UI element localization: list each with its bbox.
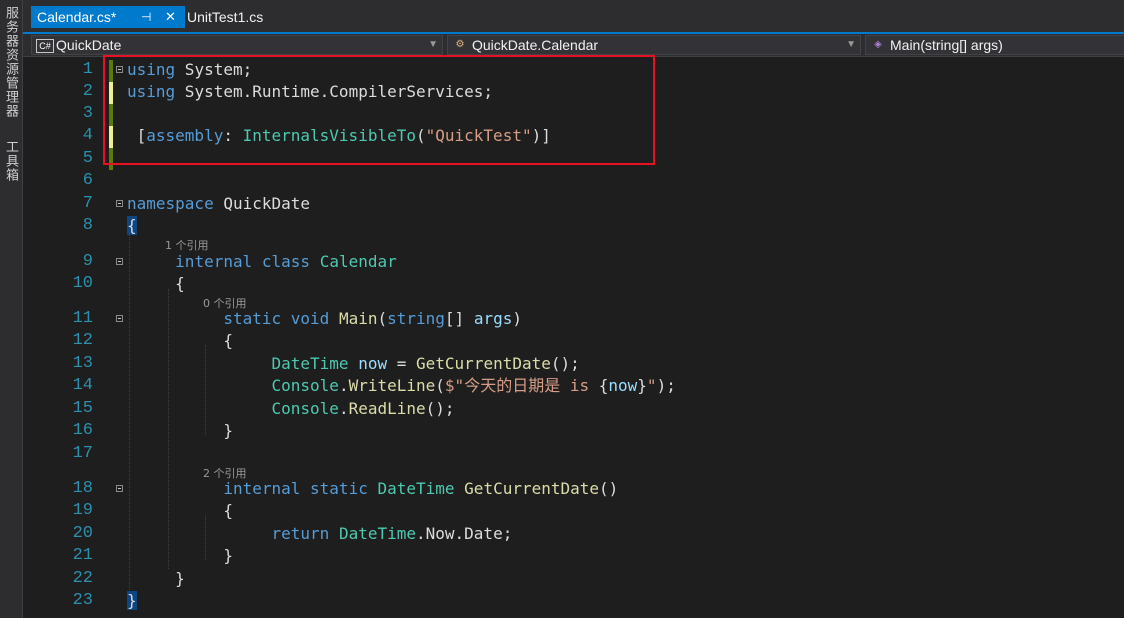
class-icon: ⚙ (455, 39, 465, 50)
code-text: { (127, 331, 233, 350)
annotation-highlight-box (103, 55, 655, 165)
code-line: 13 DateTime now = GetCurrentDate(); (23, 353, 1124, 375)
line-number: 10 (72, 274, 93, 293)
code-line: 21 } (23, 545, 1124, 567)
code-text: internal class Calendar (175, 252, 397, 271)
method-icon: ◈ (874, 39, 882, 50)
line-number: 17 (72, 444, 93, 463)
code-line: 20 return DateTime.Now.Date; (23, 523, 1124, 545)
code-line: 12 { (23, 330, 1124, 352)
project-dropdown[interactable]: C# QuickDate ▼ (31, 35, 443, 55)
code-line: 10 { (23, 273, 1124, 295)
line-number: 21 (72, 546, 93, 565)
line-number: 23 (72, 591, 93, 610)
code-line: 8 { (23, 215, 1124, 237)
line-number: 12 (72, 331, 93, 350)
chevron-down-icon: ▼ (846, 39, 856, 50)
code-text: } (127, 591, 137, 610)
code-line: 7 namespace QuickDate (23, 193, 1124, 215)
code-line: 18 internal static DateTime GetCurrentDa… (23, 478, 1124, 500)
line-number: 4 (82, 126, 93, 145)
line-number: 6 (82, 171, 93, 190)
code-line: 16 } (23, 420, 1124, 442)
member-dropdown-label: Main(string[] args) (890, 37, 1003, 53)
toolbox-tab[interactable]: 工具箱 (2, 140, 20, 182)
pin-icon[interactable]: ⊣ (141, 6, 151, 28)
side-panel-strip: 服务器资源管理器 工具箱 (0, 0, 23, 618)
line-number: 5 (82, 149, 93, 168)
line-number: 13 (72, 354, 93, 373)
code-text: } (127, 546, 233, 565)
code-line: 9 internal class Calendar (23, 251, 1124, 273)
tab-calendar-cs[interactable]: Calendar.cs* ⊣ ✕ (31, 6, 185, 28)
line-number: 18 (72, 479, 93, 498)
code-line: 15 Console.ReadLine(); (23, 398, 1124, 420)
code-line: 6 (23, 170, 1124, 192)
code-line: 11 static void Main(string[] args) (23, 308, 1124, 330)
line-number: 2 (82, 82, 93, 101)
code-text: } (127, 569, 185, 588)
code-text: internal static DateTime GetCurrentDate(… (223, 479, 619, 498)
type-dropdown[interactable]: ⚙ QuickDate.Calendar ▼ (447, 35, 861, 55)
tab-label: Calendar.cs* (37, 9, 117, 25)
code-text: { (127, 501, 233, 520)
code-text: Console.WriteLine($"今天的日期是 is {now}"); (271, 376, 676, 395)
line-number: 3 (82, 104, 93, 123)
line-number: 11 (72, 309, 93, 328)
code-text: } (127, 421, 233, 440)
code-text: static void Main(string[] args) (223, 309, 522, 328)
navigation-bar: C# QuickDate ▼ ⚙ QuickDate.Calendar ▼ ◈ … (23, 34, 1124, 57)
code-editor[interactable]: 1 个引用 0 个引用 2 个引用 1 using System; 2 usin… (23, 55, 1124, 618)
tab-label: UnitTest1.cs (187, 9, 264, 25)
line-number: 8 (82, 216, 93, 235)
csharp-project-icon: C# (36, 39, 54, 53)
line-number: 22 (72, 569, 93, 588)
code-text: return DateTime.Now.Date; (271, 524, 513, 543)
code-line: 22 } (23, 568, 1124, 590)
line-number: 19 (72, 501, 93, 520)
chevron-down-icon: ▼ (428, 39, 438, 50)
close-icon[interactable]: ✕ (165, 6, 176, 28)
code-line: 17 (23, 443, 1124, 465)
code-line: 19 { (23, 500, 1124, 522)
server-explorer-tab[interactable]: 服务器资源管理器 (2, 6, 20, 118)
code-text: DateTime now = GetCurrentDate(); (271, 354, 580, 373)
code-text: Console.ReadLine(); (271, 399, 455, 418)
line-number: 20 (72, 524, 93, 543)
line-number: 16 (72, 421, 93, 440)
code-line: 23 } (23, 590, 1124, 612)
tab-unittest1-cs[interactable]: UnitTest1.cs (181, 6, 291, 28)
code-text: { (127, 274, 185, 293)
code-text: namespace QuickDate (127, 194, 311, 213)
project-dropdown-label: QuickDate (56, 37, 122, 53)
line-number: 14 (72, 376, 93, 395)
code-text: { (127, 216, 137, 235)
type-dropdown-label: QuickDate.Calendar (472, 37, 599, 53)
document-tab-bar: Calendar.cs* ⊣ ✕ UnitTest1.cs (23, 0, 1124, 34)
line-number: 15 (72, 399, 93, 418)
line-number: 7 (82, 194, 93, 213)
member-dropdown[interactable]: ◈ Main(string[] args) (865, 35, 1124, 55)
line-number: 9 (82, 252, 93, 271)
code-line: 14 Console.WriteLine($"今天的日期是 is {now}")… (23, 375, 1124, 397)
line-number: 1 (82, 60, 93, 79)
